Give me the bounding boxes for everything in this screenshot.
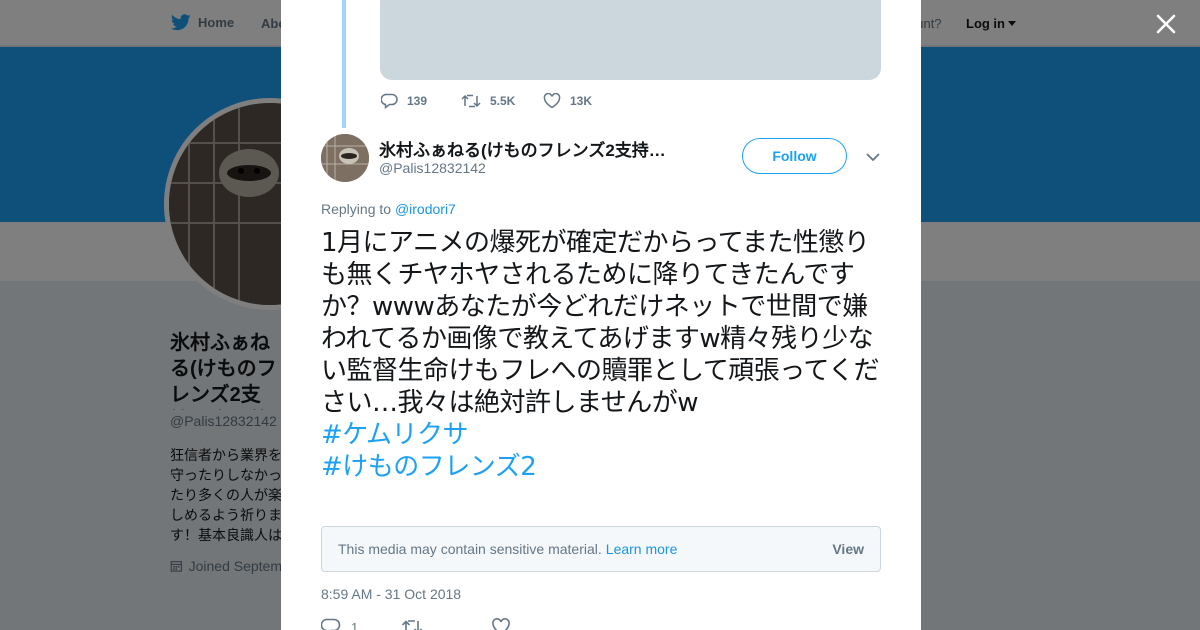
- like-button[interactable]: [491, 618, 511, 630]
- retweet-button[interactable]: [401, 618, 491, 630]
- previous-reply-count: 139: [407, 94, 428, 108]
- heart-icon: [492, 618, 510, 630]
- raccoon-avatar-icon: [321, 134, 369, 182]
- chevron-down-icon: [866, 153, 880, 162]
- previous-like-count: 13K: [570, 94, 593, 108]
- learn-more-link[interactable]: Learn more: [606, 541, 678, 557]
- replying-to: Replying to @irodori7: [321, 201, 456, 217]
- reply-icon: [381, 93, 398, 109]
- tweet-body: 1月にアニメの爆死が確定だからってまた性懲りも無くチヤホヤされるために降りてきた…: [321, 228, 880, 418]
- close-modal-button[interactable]: [1152, 10, 1180, 38]
- more-options-button[interactable]: [865, 150, 881, 164]
- tweet-actions: 1: [321, 618, 511, 630]
- view-media-button[interactable]: View: [832, 541, 864, 557]
- hashtag-link[interactable]: #けものフレンズ2: [321, 451, 881, 483]
- previous-retweet-count: 5.5K: [490, 94, 516, 108]
- tweet-modal: 139 5.5K 13K 氷村ふぁねる(けものフレンズ2支持… @Palis12…: [281, 0, 921, 630]
- tweet-text: 1月にアニメの爆死が確定だからってまた性懲りも無くチヤホヤされるために降りてきた…: [321, 227, 881, 483]
- reply-icon: [321, 618, 341, 630]
- sensitive-notice-text: This media may contain sensitive materia…: [338, 541, 602, 557]
- previous-like-button[interactable]: 13K: [543, 93, 592, 109]
- reply-button[interactable]: 1: [321, 618, 401, 630]
- retweet-icon: [461, 94, 481, 108]
- previous-retweet-button[interactable]: 5.5K: [461, 93, 543, 109]
- follow-button[interactable]: Follow: [742, 138, 847, 174]
- close-icon: [1156, 14, 1176, 34]
- thread-connector-line: [342, 0, 346, 128]
- heart-icon: [543, 93, 561, 109]
- retweet-icon: [401, 620, 423, 630]
- replying-prefix: Replying to: [321, 201, 392, 217]
- tweet-timestamp[interactable]: 8:59 AM - 31 Oct 2018: [321, 586, 461, 602]
- previous-reply-button[interactable]: 139: [381, 93, 461, 109]
- author-name[interactable]: 氷村ふぁねる(けものフレンズ2支持…: [379, 136, 689, 161]
- previous-tweet-actions: 139 5.5K 13K: [381, 93, 592, 109]
- reply-count: 1: [351, 619, 359, 630]
- previous-tweet-media[interactable]: [380, 0, 881, 80]
- author-handle[interactable]: @Palis12832142: [379, 160, 486, 176]
- sensitive-media-notice: This media may contain sensitive materia…: [321, 526, 881, 572]
- hashtag-link[interactable]: #ケムリクサ: [321, 419, 881, 451]
- author-avatar[interactable]: [321, 134, 369, 182]
- replying-to-link[interactable]: @irodori7: [395, 201, 456, 217]
